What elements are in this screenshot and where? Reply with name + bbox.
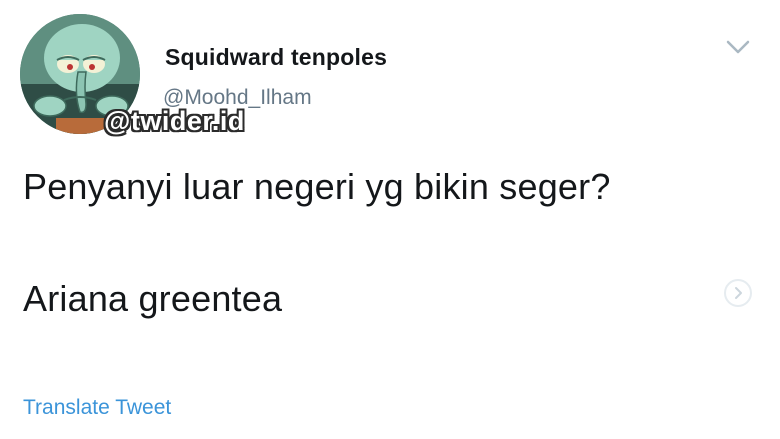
translate-tweet-link[interactable]: Translate Tweet	[23, 396, 171, 420]
tweet-card: Squidward tenpoles @Moohd_Ilham @twider.…	[0, 0, 780, 439]
display-name[interactable]: Squidward tenpoles	[165, 44, 387, 71]
chevron-right-icon[interactable]	[724, 279, 752, 307]
tweet-text-line: Penyanyi luar negeri yg bikin seger?	[23, 166, 611, 207]
chevron-down-icon[interactable]	[724, 36, 752, 58]
watermark: @twider.id	[104, 106, 245, 136]
tweet-text-line: Ariana greentea	[23, 278, 283, 319]
